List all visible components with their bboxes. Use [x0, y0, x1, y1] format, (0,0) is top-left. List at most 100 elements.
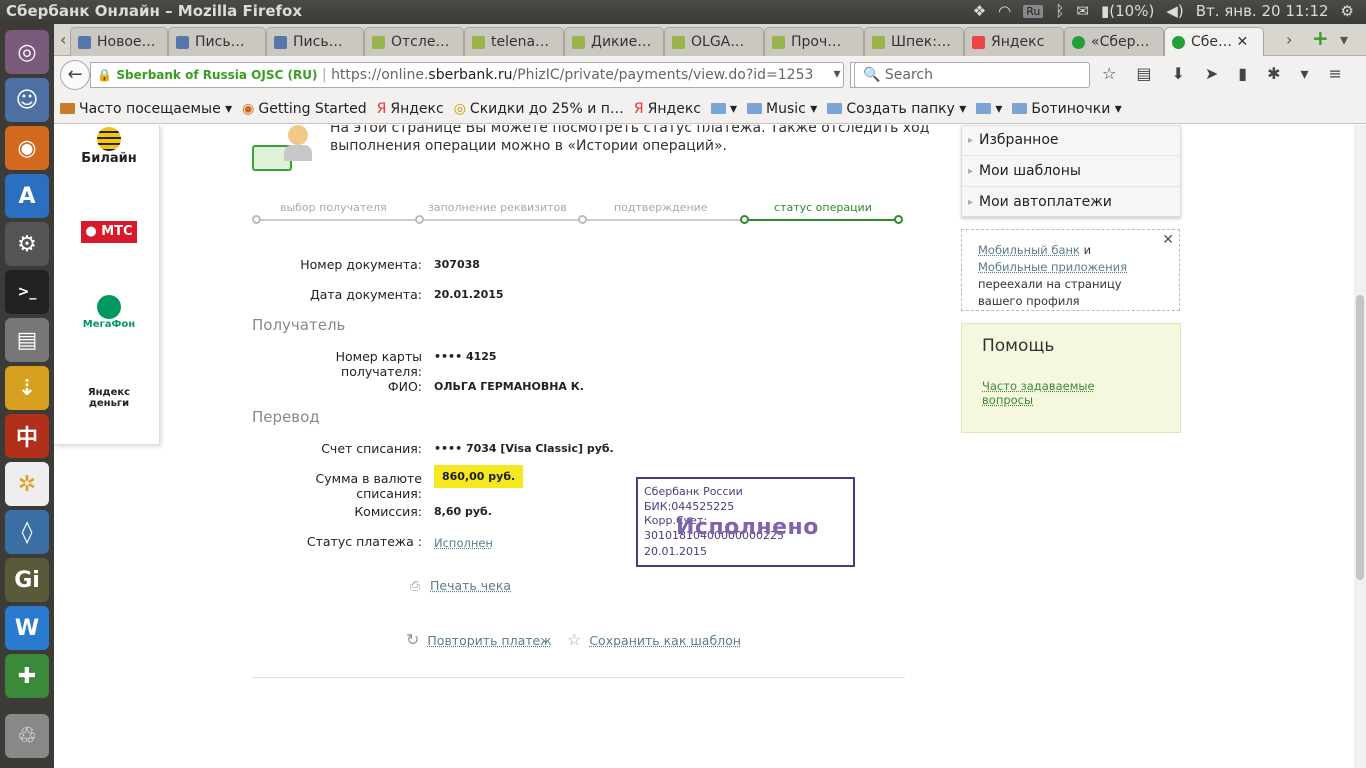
tab[interactable]: Дикие…: [564, 27, 664, 56]
usb-icon[interactable]: ⇣: [5, 366, 49, 410]
status-value-link[interactable]: Исполнен: [434, 536, 493, 550]
ubuntu-dash-icon[interactable]: ◎: [5, 30, 49, 74]
bookmark-yandex-2[interactable]: Я Яндекс: [634, 101, 701, 117]
send-icon[interactable]: ➤: [1205, 64, 1218, 83]
menu-icon[interactable]: ≡: [1329, 64, 1342, 83]
bookmark-label: ▾: [995, 100, 1003, 117]
bookmark-getting-started[interactable]: ◉ Getting Started: [242, 101, 366, 117]
bookmark-label: Скидки до 25% и п…: [469, 100, 624, 117]
operator-yandex-money[interactable]: Яндекс деньги: [74, 387, 144, 409]
disk-icon[interactable]: ▤: [5, 318, 49, 362]
faq-link[interactable]: Часто задаваемые вопросы: [982, 379, 1112, 407]
back-arrow-icon[interactable]: ←: [60, 60, 90, 90]
repeat-payment-button[interactable]: ↻ Повторить платеж: [406, 630, 551, 649]
scrollbar-thumb[interactable]: [1356, 295, 1364, 580]
tab[interactable]: Пись…: [168, 27, 266, 56]
search-input[interactable]: 🔍 Search: [854, 62, 1090, 88]
site-identity[interactable]: Sberbank of Russia OJSC (RU): [116, 68, 317, 82]
tab[interactable]: Отсле…: [364, 27, 464, 56]
close-tab-icon[interactable]: ✕: [1236, 34, 1248, 50]
bookmarks-toolbar: Часто посещаемые ▾ ◉ Getting Started Я Янд…: [54, 94, 1366, 124]
extension-dropdown-icon[interactable]: ▾: [1301, 64, 1309, 83]
recipient-card-label: Номер карты получателя:: [335, 349, 422, 379]
bookmark-discounts[interactable]: ◎ Скидки до 25% и п…: [454, 101, 624, 117]
side-menu-favorites[interactable]: Избранное: [962, 126, 1180, 156]
save-template-button[interactable]: ☆ Сохранить как шаблон: [567, 630, 741, 649]
app-store-icon[interactable]: A: [5, 174, 49, 218]
tab[interactable]: OLGA…: [664, 27, 764, 56]
power-gear-icon[interactable]: ⚙: [1341, 2, 1354, 20]
tab[interactable]: telena…: [464, 27, 564, 56]
finder-icon[interactable]: ☺: [5, 78, 49, 122]
bookmark-folder-create[interactable]: Создать папку ▾: [827, 101, 966, 117]
side-menu-autopayments[interactable]: Мои автоплатежи: [962, 188, 1180, 218]
operator-mts[interactable]: ● МТС: [74, 221, 144, 243]
tab-scroll-left-icon[interactable]: ‹: [60, 30, 66, 49]
bookmark-folder-music[interactable]: Music ▾: [747, 101, 817, 117]
tab-favicon-icon: [1172, 36, 1185, 49]
extension-icon[interactable]: ✱: [1267, 64, 1280, 83]
bluetooth-icon[interactable]: ᛒ: [1055, 2, 1064, 20]
bookmark-folder-unnamed[interactable]: ▾: [976, 101, 1002, 117]
tab-label: Дикие…: [591, 34, 652, 50]
print-receipt-button[interactable]: ⎙ Печать чека: [410, 578, 511, 594]
operator-beeline[interactable]: Билайн: [74, 127, 144, 166]
bookmark-folder[interactable]: ▾: [710, 100, 737, 117]
tab[interactable]: «Сбер…: [1064, 27, 1164, 56]
tab-favicon-icon: [672, 36, 685, 49]
megafon-logo-icon: [97, 295, 121, 319]
mobile-apps-link[interactable]: Мобильные приложения: [978, 260, 1127, 274]
settings-icon[interactable]: ⚙: [5, 222, 49, 266]
writer-icon[interactable]: W: [5, 606, 49, 650]
wifi-icon[interactable]: ◠: [998, 2, 1011, 20]
url-path: /PhizIC/private/payments/view.do?id=1253: [512, 67, 814, 83]
evernote-icon[interactable]: ▮: [1238, 64, 1247, 83]
reading-list-icon[interactable]: ▤: [1136, 64, 1151, 83]
trash-icon[interactable]: ♲: [5, 714, 49, 758]
dropbox-icon[interactable]: ❖: [973, 2, 986, 20]
url-bar[interactable]: 🔒 Sberbank of Russia OJSC (RU) | https:/…: [90, 62, 844, 88]
mail-icon[interactable]: ✉: [1076, 2, 1089, 20]
tab[interactable]: Пись…: [266, 27, 364, 56]
notice-text: переехали на страницу вашего профиля: [978, 277, 1122, 308]
software-center-icon[interactable]: ✲: [5, 462, 49, 506]
tab[interactable]: Шпек:…: [864, 27, 964, 56]
battery-indicator[interactable]: ▮(10%): [1101, 2, 1154, 20]
xfig-icon[interactable]: ✚: [5, 654, 49, 698]
url-dropdown-icon[interactable]: ▾: [826, 62, 848, 88]
tab[interactable]: Новое…: [70, 27, 168, 56]
downloads-icon[interactable]: ⬇: [1171, 64, 1184, 83]
gimp-icon[interactable]: Gi: [5, 558, 49, 602]
tab[interactable]: Яндекс: [964, 27, 1064, 56]
terminal-icon[interactable]: >_: [5, 270, 49, 314]
operator-megafon[interactable]: МегаФон: [74, 295, 144, 330]
bookmark-yandex[interactable]: Я Яндекс: [377, 101, 444, 117]
postgresql-icon[interactable]: ◊: [5, 510, 49, 554]
clock[interactable]: Вт. янв. 20 11:12: [1196, 2, 1329, 20]
tab-scroll-right-icon[interactable]: ›: [1286, 30, 1292, 49]
page-scrollbar[interactable]: [1354, 125, 1366, 768]
bookmark-folder-shoes[interactable]: Ботиночки ▾: [1012, 101, 1122, 117]
tab-active[interactable]: Сбе… ✕: [1164, 27, 1264, 57]
close-icon[interactable]: ✕: [1162, 232, 1174, 249]
recipient-section-title: Получатель: [252, 316, 346, 334]
help-title: Помощь: [982, 336, 1055, 356]
print-receipt-label: Печать чека: [430, 578, 512, 593]
status-label: Статус платежа :: [306, 534, 422, 549]
dictionary-icon[interactable]: 中: [5, 414, 49, 458]
volume-icon[interactable]: ◀): [1166, 2, 1183, 20]
side-menu-templates[interactable]: Мои шаблоны: [962, 157, 1180, 187]
tab-favicon-icon: [472, 36, 485, 49]
bookmark-star-icon[interactable]: ☆: [1102, 64, 1116, 83]
tab-favicon-icon: [78, 36, 91, 49]
bookmark-most-visited[interactable]: Часто посещаемые ▾: [60, 101, 232, 117]
mobile-bank-link[interactable]: Мобильный банк: [978, 243, 1080, 257]
new-tab-icon[interactable]: +: [1312, 26, 1329, 50]
tab[interactable]: Проч…: [764, 27, 864, 56]
tab-favicon-icon: [872, 36, 885, 49]
keyboard-layout-indicator[interactable]: Ru: [1023, 4, 1044, 18]
tab-list-icon[interactable]: ▾: [1340, 30, 1348, 49]
firefox-icon[interactable]: ◉: [5, 126, 49, 170]
bookmark-label: Getting Started: [258, 100, 367, 117]
bookmark-label: ▾: [729, 100, 737, 117]
